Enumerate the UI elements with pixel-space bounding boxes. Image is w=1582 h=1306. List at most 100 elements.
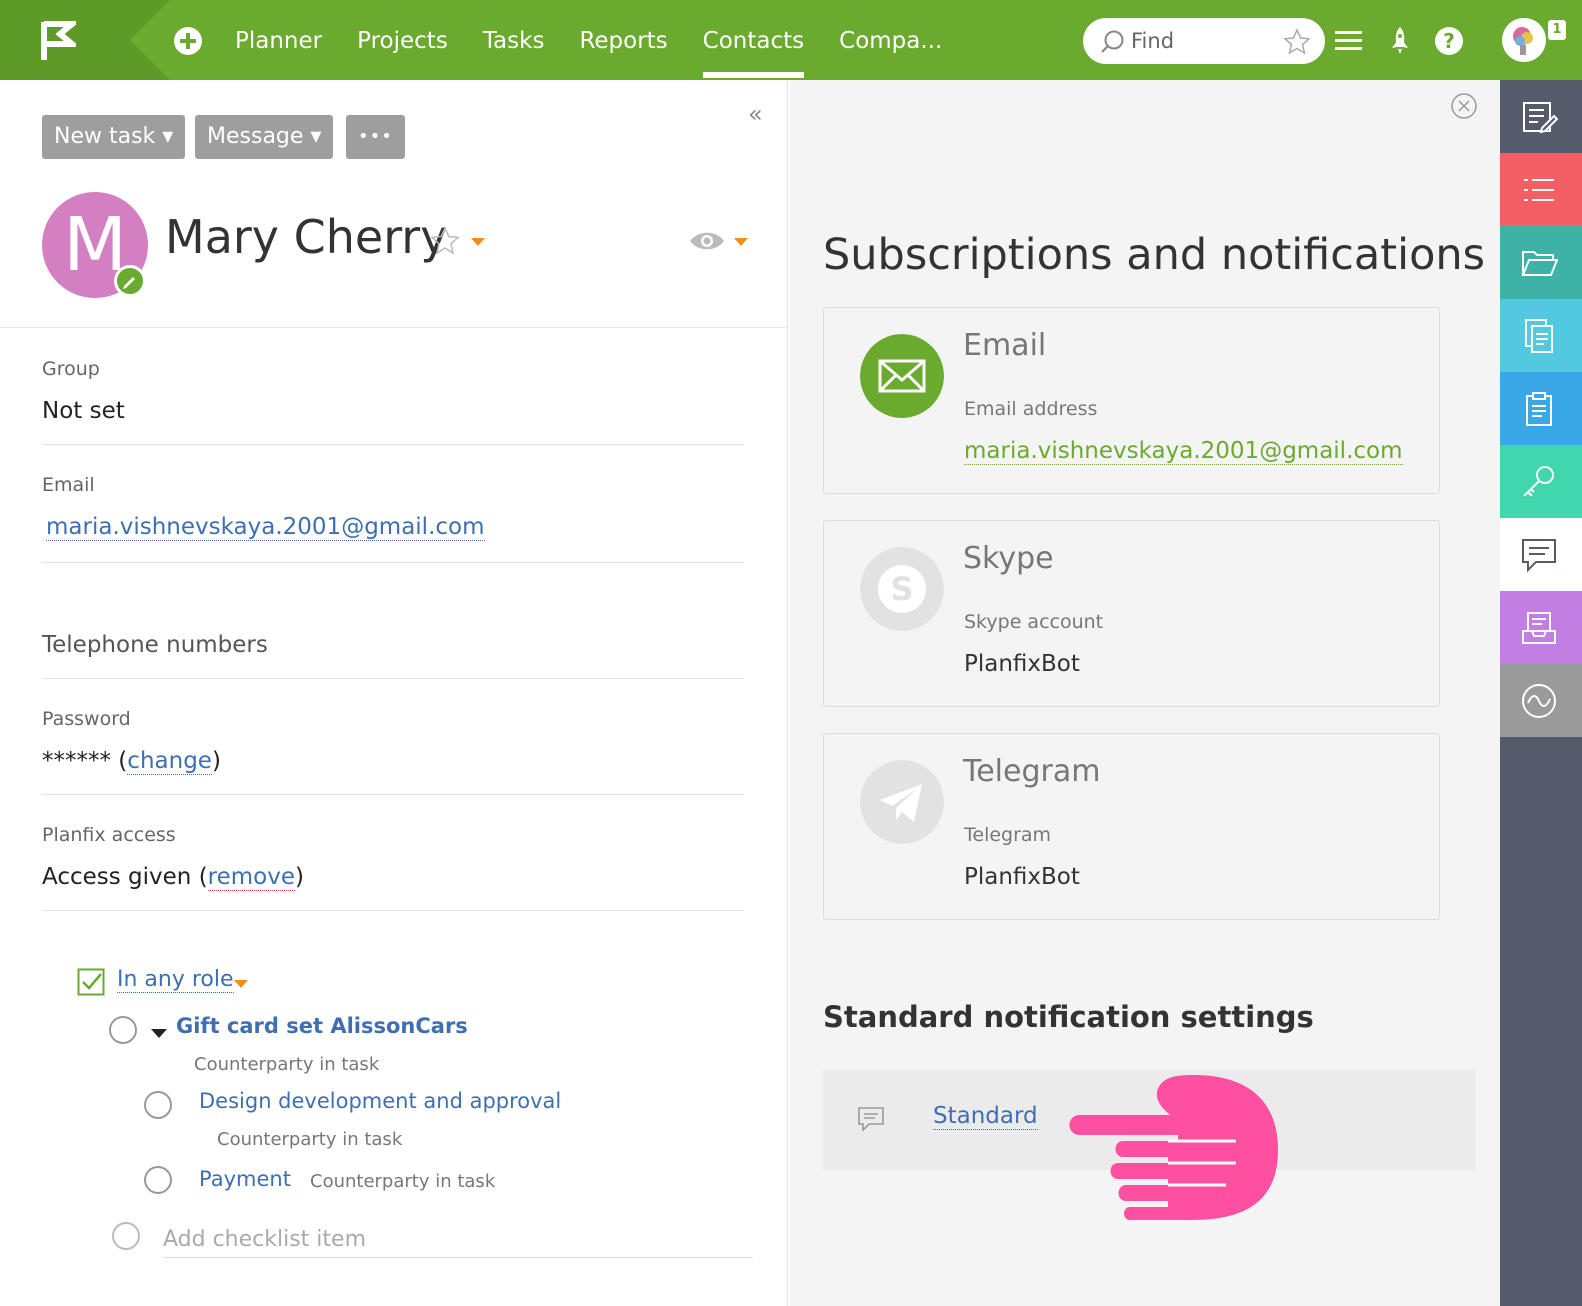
collapse-panel-icon[interactable]: « bbox=[748, 100, 763, 128]
add-checklist-item-input[interactable] bbox=[163, 1222, 753, 1258]
planfix-flag-icon[interactable] bbox=[40, 20, 76, 62]
email-channel-title: Email bbox=[963, 328, 1047, 363]
search-box bbox=[1083, 18, 1325, 64]
skype-account-label: Skype account bbox=[964, 611, 1104, 633]
telegram-icon bbox=[860, 760, 944, 844]
subscriptions-panel: Subscriptions and notifications Email Em… bbox=[790, 80, 1500, 1306]
user-avatar[interactable] bbox=[1502, 18, 1546, 62]
standard-notification-title: Standard notification settings bbox=[823, 1000, 1314, 1034]
favorite-dropdown-icon[interactable] bbox=[471, 238, 485, 246]
header-divider bbox=[0, 327, 788, 328]
folder-icon bbox=[1521, 251, 1558, 276]
email-address-value[interactable]: maria.vishnevskaya.2001@gmail.com bbox=[964, 438, 1403, 465]
watch-dropdown-icon[interactable] bbox=[734, 238, 748, 246]
divider bbox=[42, 678, 744, 679]
role-dropdown-icon[interactable] bbox=[234, 980, 248, 988]
panel-title: Subscriptions and notifications bbox=[823, 230, 1486, 280]
edit-avatar-icon[interactable] bbox=[114, 265, 146, 297]
divider bbox=[42, 910, 744, 911]
main-nav: Planner Projects Tasks Reports Contacts … bbox=[235, 0, 977, 80]
nav-companies[interactable]: Compa... bbox=[839, 0, 942, 80]
message-button[interactable]: Message ▾ bbox=[195, 115, 334, 159]
sidebar-activity[interactable] bbox=[1500, 664, 1582, 737]
email-address-label: Email address bbox=[964, 398, 1098, 420]
skype-channel-title: Skype bbox=[963, 541, 1054, 576]
email-value[interactable]: maria.vishnevskaya.2001@gmail.com bbox=[46, 514, 485, 541]
sidebar-list[interactable] bbox=[1500, 153, 1582, 226]
sidebar-key[interactable] bbox=[1500, 445, 1582, 518]
telegram-channel-card: Telegram Telegram PlanfixBot bbox=[823, 733, 1440, 920]
checklist-item-checkbox[interactable] bbox=[144, 1091, 172, 1119]
email-label: Email bbox=[42, 474, 95, 496]
email-address-link[interactable]: maria.vishnevskaya.2001@gmail.com bbox=[964, 438, 1403, 465]
planfix-access-label: Planfix access bbox=[42, 824, 176, 846]
checklist-item-checkbox[interactable] bbox=[109, 1016, 137, 1044]
favorite-star-icon[interactable] bbox=[430, 226, 460, 256]
clipboard-icon bbox=[1526, 392, 1552, 426]
pointing-hand-icon bbox=[1069, 1075, 1278, 1220]
right-tool-sidebar bbox=[1500, 80, 1582, 1306]
inbox-icon bbox=[1522, 612, 1556, 644]
planfix-access-value: Access given (remove) bbox=[42, 864, 304, 891]
nav-tasks[interactable]: Tasks bbox=[483, 0, 545, 80]
nav-planner[interactable]: Planner bbox=[235, 0, 322, 80]
divider bbox=[42, 444, 744, 445]
close-icon[interactable] bbox=[1450, 92, 1478, 120]
more-actions-button[interactable]: ••• bbox=[346, 115, 405, 159]
nav-projects[interactable]: Projects bbox=[357, 0, 448, 80]
sidebar-inbox[interactable] bbox=[1500, 591, 1582, 664]
documents-icon bbox=[1525, 319, 1553, 353]
chat-icon bbox=[1522, 539, 1556, 573]
search-input[interactable] bbox=[1131, 26, 1271, 56]
new-task-button[interactable]: New task ▾ bbox=[42, 115, 186, 159]
help-icon[interactable]: ? bbox=[1433, 25, 1465, 57]
checklist-item-title[interactable]: Gift card set AlissonCars bbox=[176, 1014, 468, 1038]
nav-reports[interactable]: Reports bbox=[579, 0, 667, 80]
activity-icon bbox=[1522, 684, 1556, 718]
password-mask: ****** bbox=[42, 748, 111, 774]
edit-note-icon bbox=[1523, 102, 1558, 134]
email-channel-card: Email Email address maria.vishnevskaya.2… bbox=[823, 307, 1440, 494]
notification-badge: 1 bbox=[1548, 20, 1566, 40]
add-plus-icon[interactable] bbox=[173, 26, 203, 56]
sidebar-documents[interactable] bbox=[1500, 299, 1582, 372]
svg-text:S: S bbox=[890, 570, 913, 608]
telegram-value: PlanfixBot bbox=[964, 864, 1080, 890]
checklist-item-role: Counterparty in task bbox=[217, 1129, 403, 1150]
checklist-item-role: Counterparty in task bbox=[194, 1054, 380, 1075]
list-icon bbox=[1524, 179, 1554, 201]
expand-arrow-icon[interactable] bbox=[151, 1029, 167, 1038]
checklist-item-title[interactable]: Design development and approval bbox=[199, 1089, 561, 1113]
email-link[interactable]: maria.vishnevskaya.2001@gmail.com bbox=[46, 514, 485, 541]
password-value: ****** (change) bbox=[42, 748, 221, 775]
sidebar-folder[interactable] bbox=[1500, 226, 1582, 299]
rocket-icon[interactable] bbox=[1384, 25, 1416, 57]
skype-account-value: PlanfixBot bbox=[964, 651, 1080, 677]
menu-icon[interactable] bbox=[1333, 25, 1365, 57]
group-value[interactable]: Not set bbox=[42, 398, 125, 424]
sidebar-clipboard[interactable] bbox=[1500, 372, 1582, 445]
svg-text:?: ? bbox=[1443, 29, 1455, 53]
email-envelope-icon bbox=[860, 334, 944, 418]
telephone-numbers-label[interactable]: Telephone numbers bbox=[42, 632, 268, 658]
sidebar-chat[interactable] bbox=[1500, 518, 1582, 591]
top-navigation-bar: Planner Projects Tasks Reports Contacts … bbox=[0, 0, 1582, 80]
comment-icon bbox=[858, 1107, 884, 1132]
remove-access-link[interactable]: remove bbox=[207, 864, 296, 891]
nav-contacts[interactable]: Contacts bbox=[702, 0, 805, 80]
group-label: Group bbox=[42, 358, 100, 380]
skype-channel-card: S Skype Skype account PlanfixBot bbox=[823, 520, 1440, 707]
telegram-channel-title: Telegram bbox=[963, 754, 1101, 789]
sidebar-edit-note[interactable] bbox=[1500, 80, 1582, 153]
checklist-item-checkbox[interactable] bbox=[144, 1166, 172, 1194]
watch-eye-icon[interactable] bbox=[688, 228, 726, 254]
divider bbox=[42, 562, 744, 563]
divider bbox=[42, 794, 744, 795]
checkbox-checked-icon[interactable] bbox=[77, 968, 105, 996]
new-checklist-item-checkbox bbox=[112, 1222, 140, 1250]
favorite-star-icon[interactable] bbox=[1283, 28, 1311, 56]
change-password-link[interactable]: change bbox=[127, 748, 212, 775]
standard-settings-link[interactable]: Standard bbox=[933, 1103, 1038, 1130]
role-filter-dropdown[interactable]: In any role bbox=[117, 967, 234, 993]
checklist-item-title[interactable]: Payment bbox=[199, 1167, 291, 1191]
